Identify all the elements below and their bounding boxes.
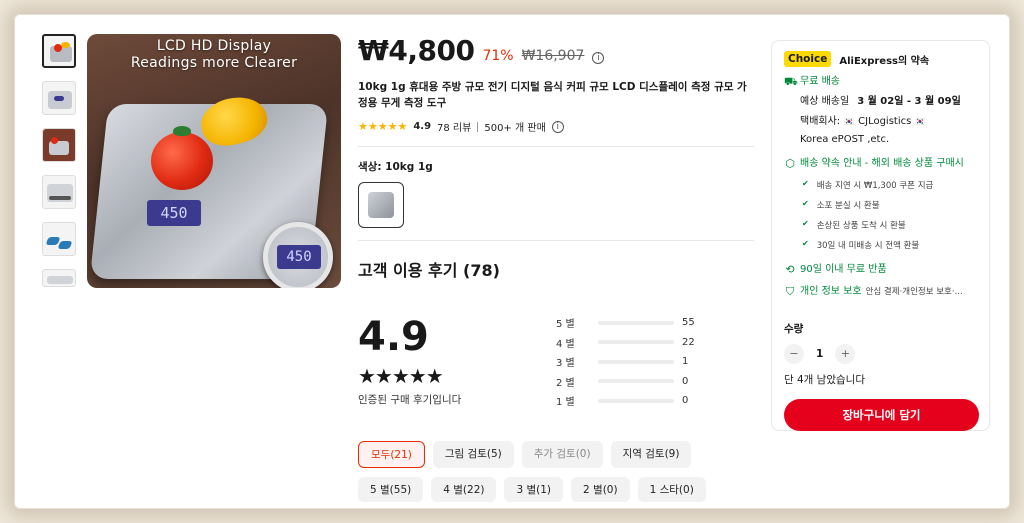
promise-item: ✔ 배송 지연 시 ₩1,300 쿠폰 지급 [784, 179, 977, 191]
privacy-row[interactable]: ⛉ 개인 정보 보호 안심 결제·개인정보 보호·... [784, 285, 977, 299]
delivery-dates: 3 월 02일 - 3 월 09일 [857, 96, 961, 107]
rating-bar-track [598, 320, 674, 325]
rating-bar-count: 0 [682, 395, 689, 407]
tomato-illustration [151, 126, 213, 190]
quantity-value[interactable]: 1 [816, 348, 823, 360]
thumbnail-6[interactable] [42, 269, 76, 287]
privacy-title: 개인 정보 보호 [800, 286, 862, 297]
check-icon: ✔ [802, 179, 809, 188]
rating-bar-track [598, 398, 674, 403]
delivery-row: 예상 배송일 3 월 02일 - 3 월 09일 [784, 95, 977, 109]
check-icon: ✔ [802, 239, 809, 248]
rating-bar-label: 3 별 [556, 358, 575, 370]
carrier-row: 택배회사: 🇰🇷 CJLogistics 🇰🇷 Korea ePOST ,etc… [784, 115, 977, 147]
rating-bar-count: 55 [682, 317, 695, 329]
image-caption-line2: Readings more Clearer [130, 55, 298, 71]
check-icon: ✔ [802, 199, 809, 208]
free-shipping-label: 무료 배송 [800, 76, 840, 87]
thumbnail-5[interactable] [42, 222, 76, 256]
rating-bar-label: 5 별 [556, 319, 575, 331]
review-filter-chip[interactable]: 그림 검토(5) [432, 441, 514, 468]
average-score: 4.9 [358, 314, 429, 360]
main-product-image[interactable]: LCD HD Display Readings more Clearer 450… [87, 34, 341, 288]
delivery-label: 예상 배송일 [800, 96, 850, 107]
verified-note: 인증된 구매 후기입니다 [358, 394, 462, 406]
box-icon: ⬡ [785, 157, 795, 170]
choice-badge: Choice [784, 51, 832, 67]
minus-button[interactable]: − [784, 344, 804, 364]
choice-row: Choice AliExpress의 약속 [784, 51, 977, 67]
returns-label: 90일 이내 무료 반품 [800, 264, 887, 275]
filter-row-1: 모두(21) 그림 검토(5) 추가 검토(0) 지역 검토(9) [358, 441, 758, 468]
thumbnail-1[interactable] [42, 34, 76, 68]
rating-bar-row: 3 별 1 [556, 352, 726, 372]
promise-list: ✔ 배송 지연 시 ₩1,300 쿠폰 지급 ✔ 소포 분실 시 환불 ✔ 손상된 상품 … [784, 179, 977, 251]
carrier-epost: Korea ePOST ,etc. [800, 134, 890, 145]
stock-note: 단 4개 남았습니다 [784, 374, 865, 386]
free-shipping-row: ⛟ 무료 배송 [784, 75, 977, 89]
shield-icon: ⛉ [785, 285, 795, 298]
rating-bar-track [598, 340, 674, 345]
carrier-cj: CJLogistics [858, 116, 912, 127]
review-filter-chip[interactable]: 추가 검토(0) [521, 441, 603, 468]
scale-lcd: 450 [147, 200, 201, 226]
review-filter-chip[interactable]: 2 별(0) [571, 477, 630, 502]
rating-distribution: 5 별 55 4 별 22 3 별 1 2 별 0 1 별 0 [556, 313, 726, 411]
review-filter-chip[interactable]: 지역 검토(9) [610, 441, 692, 468]
purchase-panel: Choice AliExpress의 약속 ⛟ 무료 배송 예상 배송일 3 월… [771, 40, 990, 431]
review-filter-chip[interactable]: 4 별(22) [431, 477, 497, 502]
korea-flag-icon: 🇰🇷 [915, 117, 926, 126]
return-icon: ⟲ [785, 263, 795, 276]
choice-title[interactable]: AliExpress의 약속 [839, 52, 929, 67]
delivery-promise-label: 배송 약속 안내 - 해외 배송 상품 구매시 [800, 158, 964, 169]
delivery-promise-row[interactable]: ⬡ 배송 약속 안내 - 해외 배송 상품 구매시 [784, 157, 977, 171]
review-filter-chip[interactable]: 모두(21) [358, 441, 425, 468]
rating-bar-row: 5 별 55 [556, 313, 726, 333]
rating-bar-track [598, 379, 674, 384]
image-caption: LCD HD Display Readings more Clearer [87, 38, 341, 72]
plus-button[interactable]: + [835, 344, 856, 364]
review-filter-chip[interactable]: 5 별(55) [358, 477, 424, 502]
rating-bar-count: 1 [682, 356, 689, 368]
promise-item: ✔ 손상된 상품 도착 시 환불 [784, 219, 977, 231]
filter-row-2: 5 별(55) 4 별(22) 3 별(1) 2 별(0) 1 스타(0) [358, 477, 758, 502]
thumbnail-4[interactable] [42, 175, 76, 209]
thumbnail-strip [42, 34, 78, 300]
review-filter-chip[interactable]: 1 스타(0) [637, 477, 706, 502]
korea-flag-icon: 🇰🇷 [844, 117, 855, 126]
thumbnail-3[interactable] [42, 128, 76, 162]
rating-bar-track [598, 359, 674, 364]
promise-text: 손상된 상품 도착 시 환불 [816, 221, 906, 231]
average-stars-icon: ★★★★★ [358, 364, 444, 388]
promise-text: 배송 지연 시 ₩1,300 쿠폰 지급 [816, 181, 934, 191]
rating-bar-label: 1 별 [556, 397, 575, 409]
rating-bar-row: 2 별 0 [556, 372, 726, 392]
quantity-stepper: − 1 + [784, 344, 977, 364]
magnifier-lcd: 450 [277, 245, 321, 269]
magnifier-illustration: 450 [263, 222, 333, 288]
carrier-label: 택배회사: [800, 116, 841, 127]
rating-bar-row: 1 별 0 [556, 391, 726, 411]
promise-text: 30일 내 미배송 시 전액 환불 [816, 241, 920, 251]
rating-bar-count: 0 [682, 375, 689, 387]
review-filter-chip[interactable]: 3 별(1) [504, 477, 564, 502]
promise-item: ✔ 30일 내 미배송 시 전액 환불 [784, 239, 977, 251]
privacy-text: 안심 결제·개인정보 보호·... [865, 287, 963, 297]
quantity-label: 수량 [784, 323, 804, 335]
rating-bar-row: 4 별 22 [556, 333, 726, 353]
rating-bar-label: 2 별 [556, 377, 575, 389]
page-frame: LCD HD Display Readings more Clearer 450… [14, 14, 1010, 509]
promise-item: ✔ 소포 분실 시 환불 [784, 199, 977, 211]
review-summary: 4.9 ★★★★★ 인증된 구매 후기입니다 5 별 55 4 별 22 3 별 1 2 별… [358, 14, 758, 509]
add-to-cart-button[interactable]: 장바구니에 담기 [784, 399, 979, 431]
returns-row[interactable]: ⟲ 90일 이내 무료 반품 [784, 263, 977, 277]
check-icon: ✔ [802, 219, 809, 228]
promise-text: 소포 분실 시 환불 [816, 201, 880, 211]
review-filters: 모두(21) 그림 검토(5) 추가 검토(0) 지역 검토(9) 5 별(55) 4 … [358, 441, 758, 509]
thumbnail-2[interactable] [42, 81, 76, 115]
image-caption-line1: LCD HD Display [156, 38, 272, 54]
rating-bar-count: 22 [682, 336, 695, 348]
rating-bar-label: 4 별 [556, 338, 575, 350]
truck-icon: ⛟ [784, 75, 798, 88]
